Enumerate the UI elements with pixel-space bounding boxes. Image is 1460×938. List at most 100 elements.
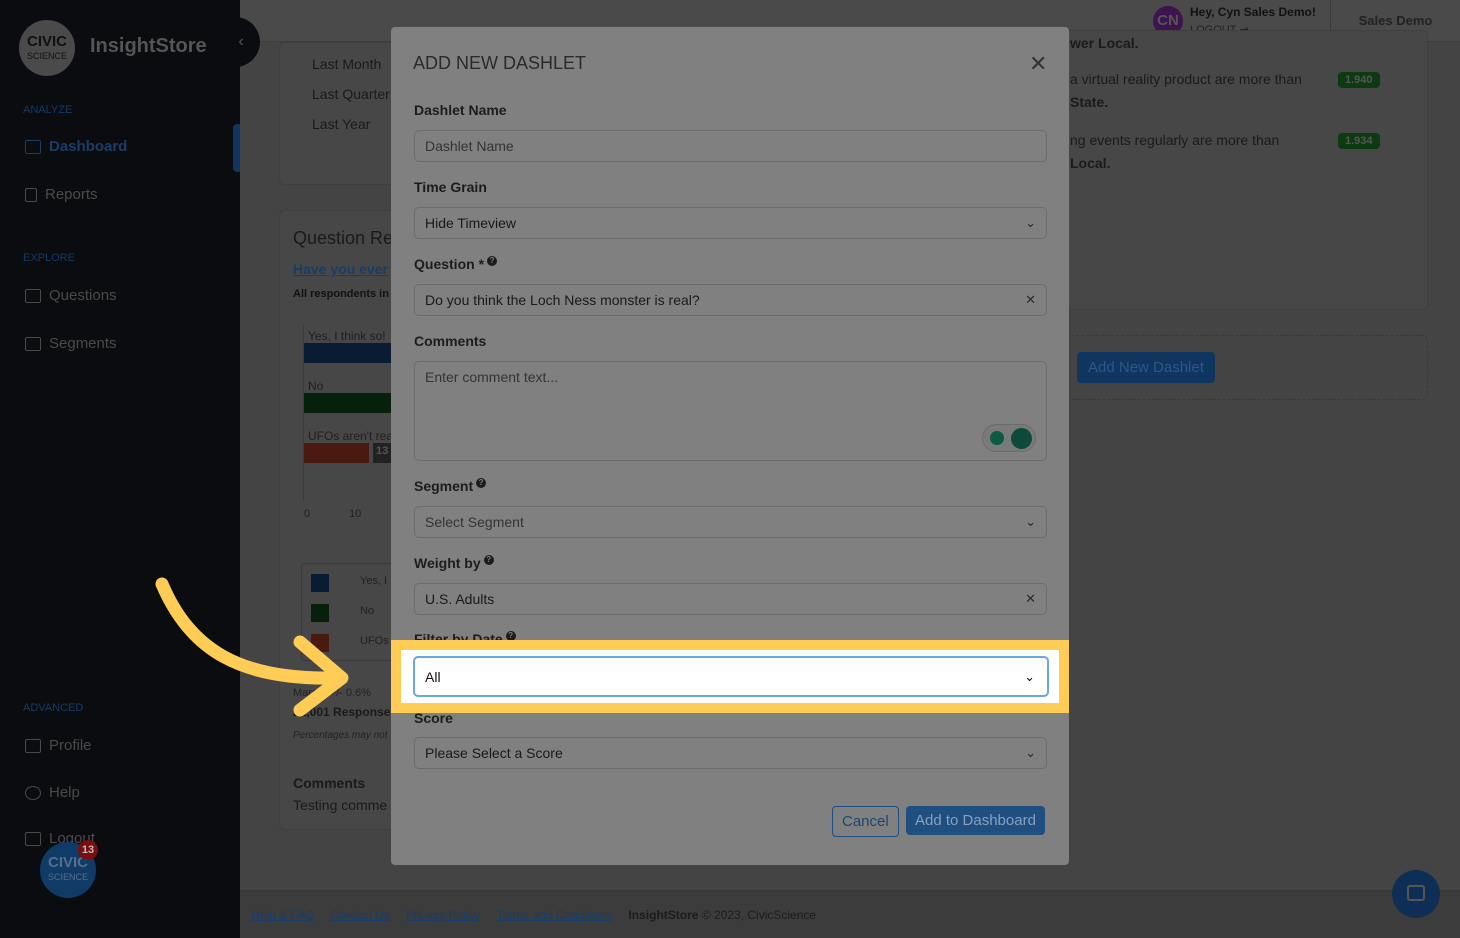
comments-heading: Comments <box>293 775 366 791</box>
grammarly-icon <box>1011 428 1032 449</box>
weight-label-text: Weight by <box>414 555 481 571</box>
footer-brand: InsightStore <box>628 907 699 922</box>
sidebar-item-label: Reports <box>45 186 98 203</box>
weight-value: U.S. Adults <box>425 591 495 607</box>
score-select[interactable]: Please Select a Score ⌄ <box>414 737 1047 769</box>
cancel-button[interactable]: Cancel <box>832 806 899 837</box>
brand-name: InsightStore <box>90 35 207 57</box>
comments-textarea[interactable]: Enter comment text... <box>414 361 1047 461</box>
insight-tail: Local. <box>1070 155 1111 171</box>
sidebar-item-profile[interactable]: Profile <box>25 737 92 754</box>
time-grain-label: Time Grain <box>414 179 487 195</box>
segment-label: Segment? <box>414 478 487 494</box>
time-grain-select[interactable]: Hide Timeview ⌄ <box>414 207 1047 239</box>
sidebar-item-reports[interactable]: Reports <box>25 186 98 203</box>
chevron-down-icon: ⌄ <box>1024 668 1035 684</box>
greeting: Hey, Cyn Sales Demo! <box>1190 5 1316 19</box>
comments-label: Comments <box>414 333 487 349</box>
sidebar-item-dashboard[interactable]: Dashboard <box>25 138 127 155</box>
score-placeholder: Please Select a Score <box>425 745 563 761</box>
axis-tick: 0 <box>304 508 311 520</box>
modal-title: ADD NEW DASHLET <box>413 53 587 73</box>
bar-ufo <box>304 443 369 463</box>
bar-value-label: 13 <box>373 443 392 463</box>
legend-item: No <box>360 605 375 617</box>
logo-text: CIVIC <box>26 33 67 50</box>
civic-science-logo: CIVIC SCIENCE <box>19 20 75 76</box>
notification-badge: 13 <box>78 840 98 860</box>
score-badge: 1.940 <box>1338 72 1380 88</box>
sidebar-item-segments[interactable]: Segments <box>25 335 117 352</box>
bar-label: No <box>308 379 324 393</box>
dashboard-icon <box>25 139 41 154</box>
axis-tick: 10 <box>349 508 362 520</box>
time-grain-value: Hide Timeview <box>425 215 517 231</box>
copyright-text: © 2023, CivicScience <box>698 907 817 922</box>
filter-date-select[interactable]: All ⌄ <box>413 656 1049 697</box>
filter-date-value: All <box>425 668 441 685</box>
help-tooltip-icon[interactable]: ? <box>476 478 487 488</box>
close-button[interactable]: ✕ <box>1029 51 1047 77</box>
highlight-box: All ⌄ <box>391 640 1069 713</box>
add-new-dashlet-button[interactable]: Add New Dashlet <box>1077 352 1215 383</box>
required-asterisk: * <box>478 256 485 272</box>
bar-label: UFOs aren't real <box>308 429 393 443</box>
section-explore: EXPLORE <box>23 252 75 264</box>
segment-select[interactable]: Select Segment ⌄ <box>414 506 1047 538</box>
dashlet-name-placeholder: Dashlet Name <box>425 138 514 154</box>
question-icon <box>25 288 41 303</box>
chevron-left-icon: ‹ <box>238 33 244 50</box>
chevron-down-icon: ⌄ <box>1025 745 1036 760</box>
clear-icon[interactable]: ✕ <box>1025 584 1036 614</box>
chevron-down-icon: ⌄ <box>1025 514 1036 529</box>
dashlet-name-input[interactable]: Dashlet Name <box>414 130 1047 162</box>
question-link[interactable]: Have you ever <box>293 261 388 277</box>
sidebar-item-label: Segments <box>49 335 117 352</box>
comments-text: Testing comme <box>293 797 388 813</box>
help-tooltip-icon[interactable]: ? <box>483 555 494 565</box>
close-icon: ✕ <box>1029 51 1048 76</box>
insight-text: wer Local. <box>1070 35 1139 51</box>
footer-link-contact[interactable]: Contact Us <box>330 908 389 922</box>
segment-label-text: Segment <box>414 478 474 494</box>
date-option[interactable]: Last Year <box>312 116 370 132</box>
profile-icon <box>25 738 41 753</box>
footer-link-help[interactable]: Help & FAQ <box>251 908 314 922</box>
question-label-text: Question <box>414 256 475 272</box>
footer-link-terms[interactable]: Terms and Conditions <box>496 908 612 922</box>
date-option[interactable]: Last Month <box>312 56 381 72</box>
widget-logo-subtext: SCIENCE <box>47 872 88 882</box>
weight-label: Weight by? <box>414 555 494 571</box>
sidebar: CIVIC SCIENCE InsightStore ANALYZE Dashbo… <box>0 0 240 938</box>
sidebar-item-label: Help <box>49 784 80 801</box>
chevron-down-icon: ⌄ <box>1025 215 1036 230</box>
grammarly-widget[interactable] <box>982 424 1036 452</box>
add-to-dashboard-button[interactable]: Add to Dashboard <box>906 806 1045 835</box>
dashlet-name-label: Dashlet Name <box>414 102 507 118</box>
bar-no <box>304 393 393 413</box>
bar-chart: Yes, I think so! No UFOs aren't real 13 <box>303 325 393 500</box>
sidebar-item-label: Dashboard <box>49 138 128 155</box>
footer: Help & FAQ Contact Us Privacy Policy Ter… <box>240 890 1460 938</box>
weight-select[interactable]: U.S. Adults ✕ <box>414 583 1047 615</box>
legend-item: Yes, I <box>360 575 388 587</box>
bar-label: Yes, I think so! <box>308 329 386 343</box>
copyright: InsightStore © 2023, CivicScience <box>628 908 816 922</box>
score-badge: 1.934 <box>1338 133 1380 149</box>
question-label: Question *? <box>414 256 498 272</box>
sidebar-item-help[interactable]: Help <box>25 784 80 801</box>
help-icon <box>25 785 41 800</box>
date-option[interactable]: Last Quarter <box>312 86 390 102</box>
help-tooltip-icon[interactable]: ? <box>487 256 498 266</box>
footer-link-privacy[interactable]: Privacy Policy <box>406 908 481 922</box>
report-icon <box>25 187 37 202</box>
logout-icon <box>25 831 41 846</box>
clear-icon[interactable]: ✕ <box>1025 285 1036 315</box>
sidebar-item-questions[interactable]: Questions <box>25 287 117 304</box>
section-analyze: ANALYZE <box>23 104 73 116</box>
add-dashlet-modal: ADD NEW DASHLET ✕ Dashlet Name Dashlet N… <box>391 27 1069 865</box>
pointer-arrow-icon <box>155 577 349 717</box>
chat-button[interactable] <box>1392 870 1440 918</box>
sidebar-item-label: Profile <box>49 737 92 754</box>
question-select[interactable]: Do you think the Loch Ness monster is re… <box>414 284 1047 316</box>
